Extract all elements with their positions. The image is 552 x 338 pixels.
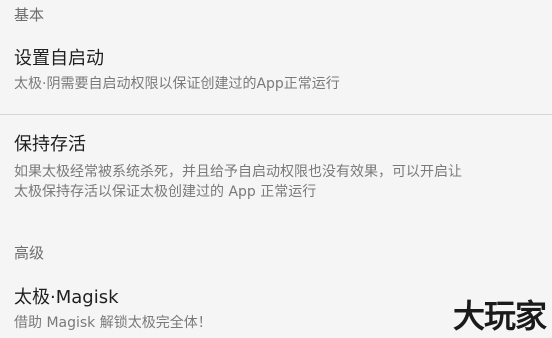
setting-item-summary: 借助 Magisk 解锁太极完全体！ (14, 315, 212, 331)
setting-item-title: 太极·Magisk (14, 287, 119, 308)
setting-item-autostart[interactable]: 设置自启动 太极·阴需要自启动权限以保证创建过的App正常运行 (0, 40, 552, 100)
setting-item-keep-alive[interactable]: 保持存活 如果太极经常被系统杀死，并且给予自启动权限也没有效果，可以开启让 太极… (0, 124, 552, 208)
setting-item-title: 保持存活 (14, 134, 86, 155)
setting-item-title: 设置自启动 (14, 48, 104, 69)
section-divider (0, 114, 552, 115)
setting-item-summary: 太极·阴需要自启动权限以保证创建过的App正常运行 (14, 76, 340, 92)
section-header-basic: 基本 (14, 6, 45, 24)
watermark-logo: 大玩家 (452, 297, 547, 335)
setting-item-summary-line2: 太极保持存活以保证太极创建过的 App 正常运行 (14, 184, 317, 200)
setting-item-summary-line1: 如果太极经常被系统杀死，并且给予自启动权限也没有效果，可以开启让 (14, 164, 462, 180)
section-header-advanced: 高级 (14, 244, 45, 262)
